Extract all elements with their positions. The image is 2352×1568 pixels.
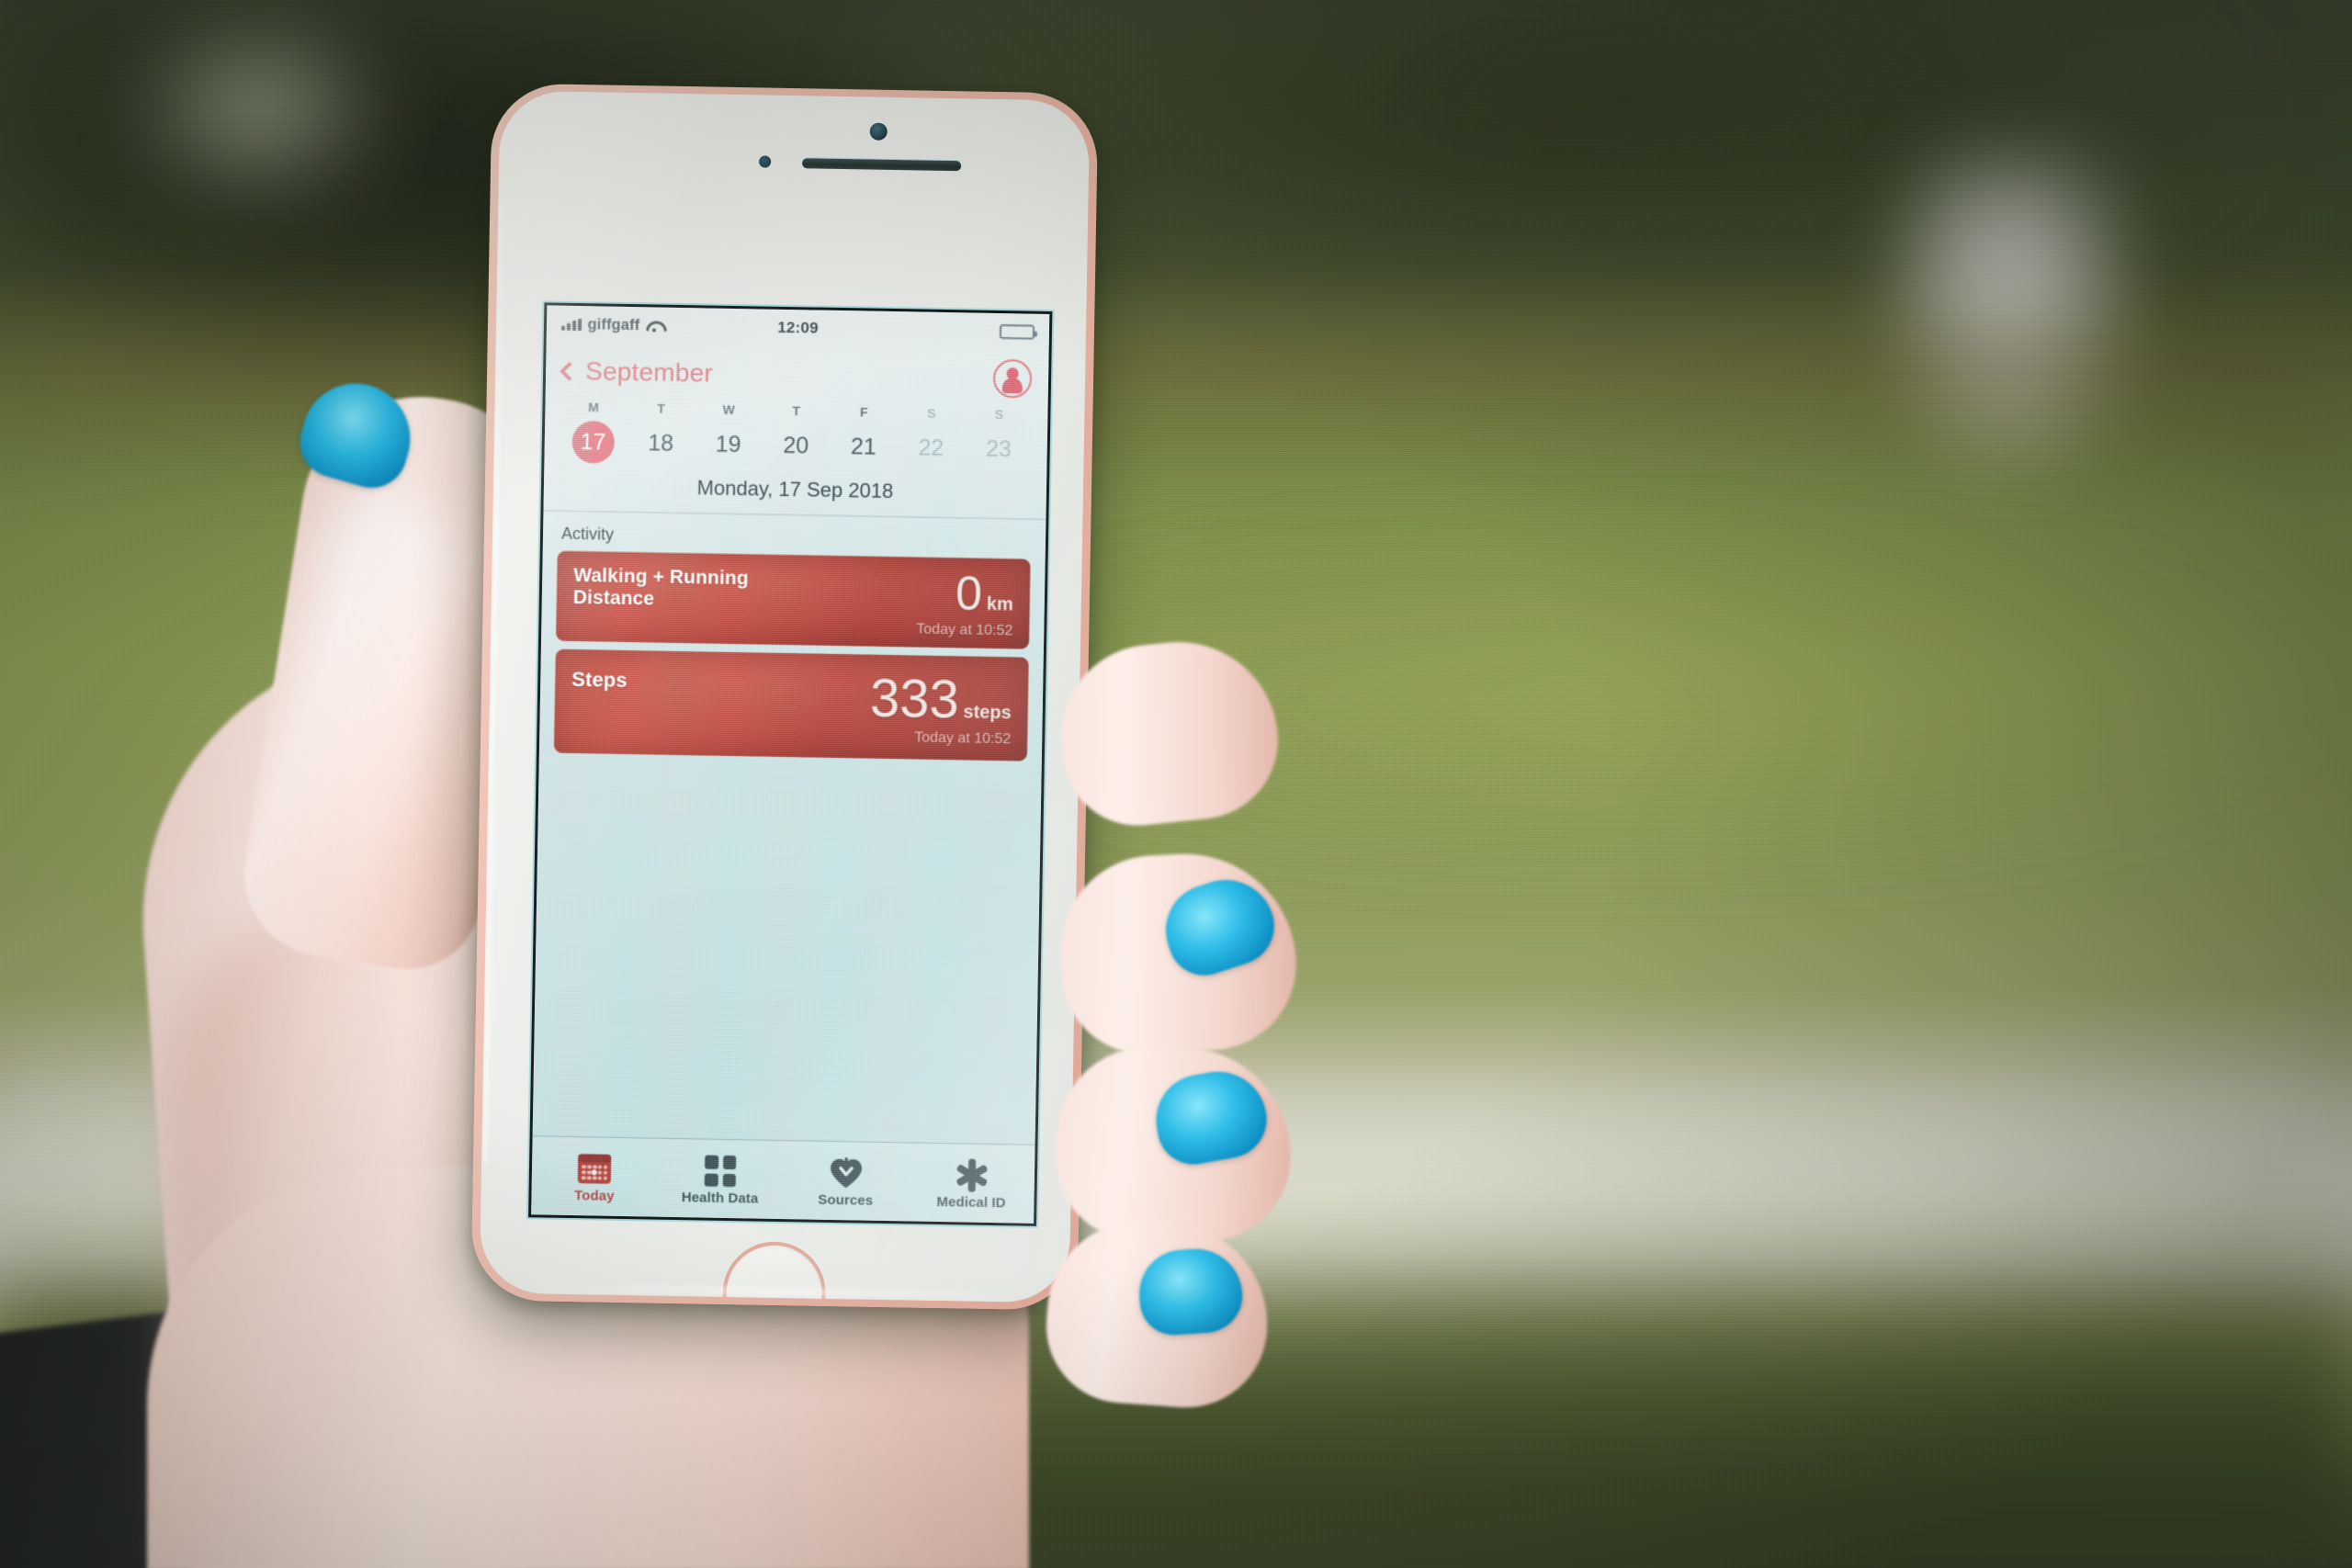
proximity-sensor-icon bbox=[759, 155, 772, 168]
tab-label: Medical ID bbox=[936, 1193, 1006, 1212]
activity-card-unit: km bbox=[986, 593, 1013, 615]
calendar-day-initial: S bbox=[994, 406, 1004, 423]
profile-button[interactable] bbox=[992, 358, 1033, 399]
calendar-day-number: 22 bbox=[918, 434, 944, 461]
activity-card-top: Steps 333 steps bbox=[571, 668, 1012, 730]
calendar-day-number: 21 bbox=[850, 434, 877, 460]
activity-card-list: Walking + Running Distance 0 km Today at 10… bbox=[539, 550, 1046, 770]
health-app: giffgaff 12:09 September M 17 T 18 W 19 … bbox=[531, 305, 1050, 1224]
empty-content-area bbox=[533, 761, 1042, 1145]
calendar-day-initial: M bbox=[588, 400, 600, 415]
activity-card-label: Walking + Running Distance bbox=[572, 564, 749, 610]
calendar-day-17[interactable]: M 17 bbox=[559, 400, 628, 464]
chevron-left-icon bbox=[560, 361, 580, 381]
asterisk-icon bbox=[955, 1158, 989, 1192]
phone-edge-highlight-left bbox=[483, 200, 507, 1165]
calendar-day-number: 20 bbox=[783, 432, 809, 459]
iphone-device: giffgaff 12:09 September M 17 T 18 W 19 … bbox=[470, 83, 1099, 1311]
activity-card[interactable]: Walking + Running Distance 0 km Today at 10… bbox=[556, 550, 1031, 650]
back-button[interactable]: September bbox=[560, 356, 714, 389]
heart-download-icon bbox=[829, 1157, 865, 1190]
tab-bar[interactable]: Today Health Data Sources Medical ID bbox=[531, 1135, 1035, 1224]
grid-squares-icon bbox=[704, 1155, 737, 1188]
activity-card-unit: steps bbox=[963, 702, 1012, 724]
calendar-day-22[interactable]: S 22 bbox=[897, 405, 966, 469]
battery-icon bbox=[999, 324, 1035, 340]
calendar-day-21[interactable]: F 21 bbox=[830, 404, 899, 468]
calendar-day-number: 23 bbox=[985, 435, 1012, 463]
tab-icon-wrapper bbox=[532, 1148, 658, 1189]
calendar-day-18[interactable]: T 18 bbox=[627, 400, 695, 465]
calendar-day-initial: F bbox=[859, 404, 869, 420]
profile-icon-body bbox=[1001, 378, 1023, 394]
back-button-label: September bbox=[584, 356, 714, 388]
calendar-day-20[interactable]: T 20 bbox=[762, 403, 831, 468]
tab-medical-id[interactable]: Medical ID bbox=[909, 1155, 1035, 1211]
calendar-day-initial: S bbox=[927, 405, 937, 421]
activity-card-value: 0 km bbox=[955, 567, 1014, 621]
tab-label: Sources bbox=[818, 1191, 874, 1209]
calendar-day-initial: T bbox=[792, 403, 801, 419]
activity-card-number: 333 bbox=[869, 669, 960, 730]
calendar-day-23[interactable]: S 23 bbox=[965, 406, 1034, 470]
tab-today[interactable]: Today bbox=[531, 1148, 658, 1204]
tab-label: Health Data bbox=[681, 1190, 759, 1207]
activity-card-top: Walking + Running Distance 0 km bbox=[572, 564, 1014, 621]
tab-icon-wrapper bbox=[909, 1155, 1035, 1195]
week-calendar-strip[interactable]: M 17 T 18 W 19 T 20 F 21 S 22 S 23 bbox=[544, 399, 1047, 473]
activity-card-value: 333 steps bbox=[869, 669, 1012, 730]
activity-card-timestamp: Today at 10:52 bbox=[916, 621, 1013, 639]
calendar-day-number: 17 bbox=[571, 420, 615, 464]
tab-icon-wrapper bbox=[783, 1153, 909, 1193]
earpiece-speaker bbox=[802, 158, 962, 172]
status-bar-right bbox=[999, 324, 1035, 340]
status-bar-clock: 12:09 bbox=[777, 318, 819, 337]
calendar-today-icon bbox=[578, 1154, 612, 1184]
navigation-bar: September bbox=[546, 342, 1049, 408]
calendar-day-number: 18 bbox=[648, 430, 674, 457]
tab-sources[interactable]: Sources bbox=[783, 1153, 910, 1209]
activity-card[interactable]: Steps 333 steps Today at 10:52 bbox=[553, 649, 1029, 762]
calendar-day-19[interactable]: W 19 bbox=[695, 401, 763, 466]
phone-front-panel: giffgaff 12:09 September M 17 T 18 W 19 … bbox=[479, 90, 1091, 1303]
calendar-day-initial: T bbox=[657, 400, 666, 416]
activity-card-label: Steps bbox=[571, 668, 628, 693]
activity-card-number: 0 bbox=[955, 567, 983, 621]
tab-label: Today bbox=[573, 1188, 615, 1204]
front-camera-icon bbox=[869, 122, 888, 141]
calendar-day-initial: W bbox=[722, 401, 736, 418]
calendar-day-number: 19 bbox=[715, 431, 741, 458]
tab-health-data[interactable]: Health Data bbox=[657, 1151, 784, 1207]
tab-icon-wrapper bbox=[657, 1151, 783, 1191]
phone-screen: giffgaff 12:09 September M 17 T 18 W 19 … bbox=[531, 305, 1050, 1224]
